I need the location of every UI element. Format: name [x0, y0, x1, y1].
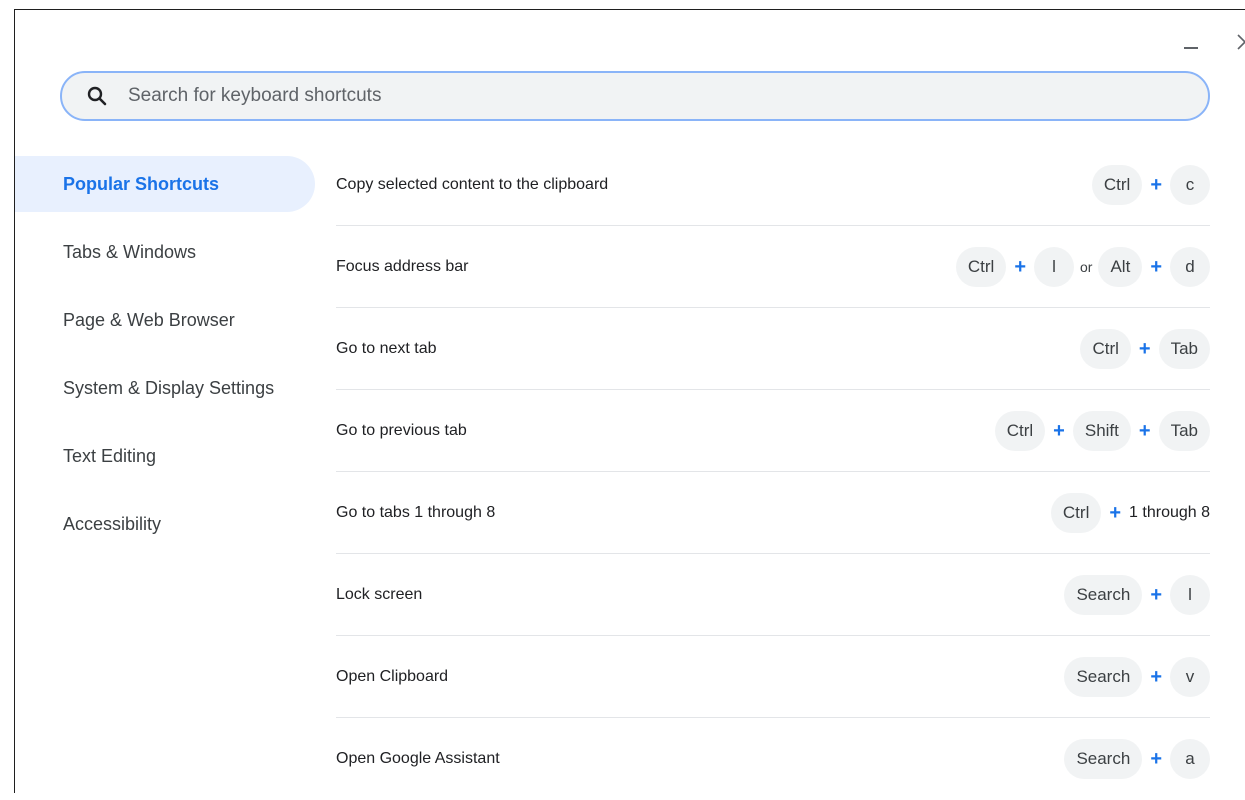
- shortcut-row: Go to previous tab Ctrl + Shift + Tab: [336, 390, 1210, 472]
- close-button[interactable]: [1231, 28, 1245, 56]
- key-cap: Alt: [1098, 246, 1143, 287]
- key-cap: a: [1170, 739, 1210, 779]
- key-cap: Search: [1064, 656, 1143, 697]
- shortcut-keys: Search + a: [1064, 739, 1210, 779]
- sidebar-item-system-display-settings[interactable]: System & Display Settings: [15, 360, 315, 416]
- shortcut-keys: Ctrl +1 through 8: [1050, 492, 1210, 533]
- key-cap: Ctrl: [955, 246, 1007, 287]
- shortcut-description: Lock screen: [336, 585, 423, 603]
- sidebar-item-popular-shortcuts[interactable]: Popular Shortcuts: [15, 156, 315, 212]
- sidebar-item-label: Popular Shortcuts: [63, 173, 220, 194]
- key-cap: v: [1170, 656, 1210, 697]
- minimize-button[interactable]: [1177, 28, 1205, 56]
- shortcut-row: Copy selected content to the clipboard Ct…: [336, 144, 1210, 226]
- key-cap: Shift: [1072, 410, 1131, 451]
- plus-icon: +: [1150, 665, 1162, 688]
- plus-icon: +: [1150, 748, 1162, 770]
- key-cap: Ctrl: [1080, 328, 1131, 369]
- shortcut-row: Open Google Assistant Search + a: [336, 718, 1210, 800]
- key-cap: Search: [1064, 574, 1143, 615]
- shortcut-keys: Search + v: [1064, 656, 1210, 697]
- key-cap: c: [1170, 164, 1210, 205]
- shortcut-description: Go to next tab: [336, 339, 437, 357]
- key-cap: Search: [1064, 739, 1143, 779]
- search-input[interactable]: [126, 75, 1208, 117]
- shortcut-row: Go to next tab Ctrl + Tab: [336, 308, 1210, 390]
- shortcut-description: Go to previous tab: [336, 421, 467, 439]
- shortcut-description: Open Google Assistant: [336, 750, 500, 767]
- sidebar-item-label: Accessibility: [63, 513, 162, 534]
- key-cap: l: [1034, 246, 1075, 287]
- shortcut-row: Go to tabs 1 through 8 Ctrl +1 through 8: [336, 472, 1210, 554]
- sidebar-item-label: Tabs & Windows: [63, 241, 197, 262]
- key-cap: Ctrl: [1050, 492, 1102, 533]
- minimize-icon: [1184, 47, 1198, 49]
- plus-icon: +: [1053, 419, 1065, 442]
- search-bar[interactable]: [60, 71, 1210, 121]
- shortcut-row: Open Clipboard Search + v: [336, 636, 1210, 718]
- key-cap: Ctrl: [994, 410, 1046, 451]
- plus-icon: +: [1138, 419, 1151, 442]
- search-icon: [86, 85, 108, 107]
- key-cap: l: [1170, 574, 1210, 615]
- sidebar-item-text-editing[interactable]: Text Editing: [15, 428, 315, 484]
- key-cap: Tab: [1158, 328, 1210, 369]
- shortcut-row: Focus address bar Ctrl + l or Alt + d: [336, 226, 1210, 308]
- key-cap: d: [1170, 246, 1210, 287]
- plus-icon: +: [1138, 337, 1151, 360]
- shortcut-keys: Ctrl + Shift + Tab: [994, 410, 1210, 451]
- separator-text: or: [1080, 258, 1093, 275]
- shortcut-keys: Ctrl + l or Alt + d: [955, 246, 1210, 287]
- plus-icon: +: [1014, 255, 1027, 278]
- key-range-text: 1 through 8: [1129, 503, 1210, 521]
- sidebar-item-accessibility[interactable]: Accessibility: [15, 496, 315, 552]
- sidebar-item-page-web-browser[interactable]: Page & Web Browser: [15, 292, 315, 348]
- plus-icon: +: [1150, 255, 1162, 278]
- shortcut-description: Go to tabs 1 through 8: [336, 503, 496, 521]
- plus-icon: +: [1150, 583, 1162, 606]
- shortcut-list: Copy selected content to the clipboard Ct…: [336, 144, 1210, 800]
- shortcut-description: Open Clipboard: [336, 667, 449, 685]
- plus-icon: +: [1150, 173, 1162, 196]
- shortcut-description: Copy selected content to the clipboard: [336, 175, 609, 193]
- category-sidebar: Popular Shortcuts Tabs & Windows Page & We…: [15, 156, 315, 564]
- plus-icon: +: [1109, 501, 1122, 524]
- key-cap: Ctrl: [1091, 164, 1143, 205]
- shortcut-keys: Search + l: [1064, 574, 1210, 615]
- sidebar-item-label: Page & Web Browser: [63, 309, 235, 330]
- key-cap: Tab: [1158, 410, 1210, 451]
- shortcut-row: Lock screen Search + l: [336, 554, 1210, 636]
- shortcut-description: Focus address bar: [336, 257, 469, 275]
- close-icon: [1237, 34, 1245, 50]
- sidebar-item-label: System & Display Settings: [63, 377, 275, 398]
- shortcut-keys: Ctrl + c: [1091, 164, 1210, 205]
- shortcut-keys: Ctrl + Tab: [1080, 328, 1210, 369]
- sidebar-item-tabs-windows[interactable]: Tabs & Windows: [15, 224, 315, 280]
- sidebar-item-label: Text Editing: [63, 445, 157, 466]
